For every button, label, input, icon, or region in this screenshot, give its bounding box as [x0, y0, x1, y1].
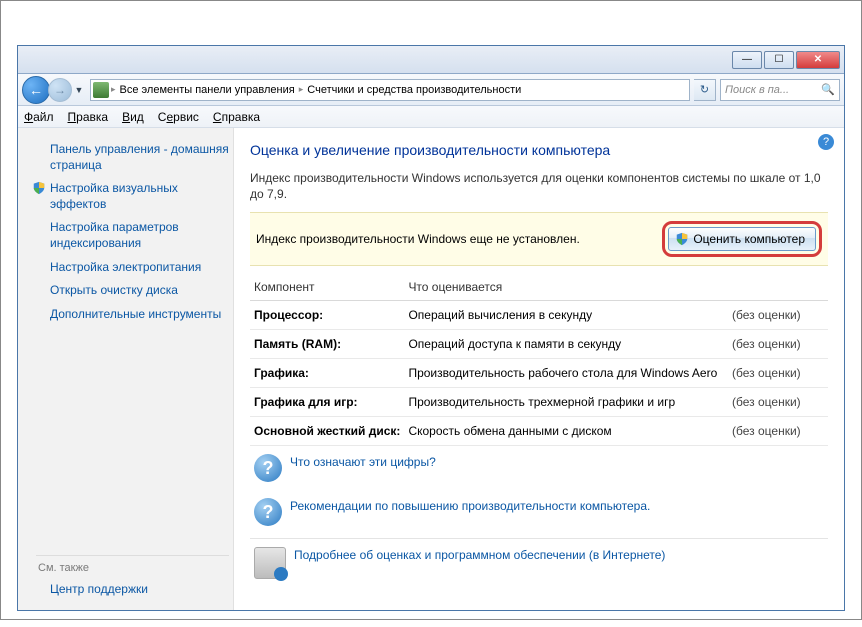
- component-label: Графика для игр:: [250, 388, 404, 417]
- component-label: Основной жесткий диск:: [250, 417, 404, 446]
- component-what: Производительность рабочего стола для Wi…: [404, 359, 728, 388]
- shield-icon: [675, 232, 689, 246]
- component-score: (без оценки): [728, 388, 828, 417]
- table-row: Процессор:Операций вычисления в секунду(…: [250, 301, 828, 330]
- component-label: Память (RAM):: [250, 330, 404, 359]
- menu-help[interactable]: Справка: [213, 110, 260, 124]
- sidebar-link-advanced-tools[interactable]: Дополнительные инструменты: [36, 303, 229, 327]
- refresh-button[interactable]: ↻: [694, 79, 716, 101]
- rate-highlight-annotation: Оценить компьютер: [662, 221, 822, 257]
- see-also-label: См. также: [36, 555, 229, 578]
- table-row: Основной жесткий диск:Скорость обмена да…: [250, 417, 828, 446]
- link-recommend-row: ? Рекомендации по повышению производител…: [250, 490, 828, 534]
- link-more-info-row: Подробнее об оценках и программном обесп…: [250, 539, 828, 587]
- intro-text: Индекс производительности Windows исполь…: [250, 170, 828, 202]
- component-what: Операций доступа к памяти в секунду: [404, 330, 728, 359]
- component-label: Процессор:: [250, 301, 404, 330]
- titlebar: — ☐ ✕: [18, 46, 844, 74]
- rate-button-label: Оценить компьютер: [693, 232, 805, 246]
- nav-back-button[interactable]: ←: [22, 76, 50, 104]
- breadcrumb-all-items[interactable]: Все элементы панели управления: [116, 84, 299, 96]
- sidebar-link-power[interactable]: Настройка электропитания: [36, 256, 229, 280]
- col-what: Что оценивается: [404, 274, 728, 301]
- search-icon: 🔍: [821, 83, 835, 96]
- question-icon: ?: [254, 498, 282, 526]
- table-row: Память (RAM):Операций доступа к памяти в…: [250, 330, 828, 359]
- sidebar-link-action-center[interactable]: Центр поддержки: [36, 578, 229, 602]
- sidebar-link-indexing[interactable]: Настройка параметров индексирования: [36, 216, 229, 255]
- menu-edit[interactable]: Правка: [68, 110, 109, 124]
- component-what: Скорость обмена данными с диском: [404, 417, 728, 446]
- component-what: Производительность трехмерной графики и …: [404, 388, 728, 417]
- help-icon[interactable]: ?: [818, 134, 834, 150]
- window: — ☐ ✕ ← → ▼ ▸ Все элементы панели управл…: [0, 0, 862, 620]
- component-what: Операций вычисления в секунду: [404, 301, 728, 330]
- nav-forward-button[interactable]: →: [48, 78, 72, 102]
- search-placeholder: Поиск в па...: [725, 84, 789, 96]
- component-score: (без оценки): [728, 417, 828, 446]
- notice-text: Индекс производительности Windows еще не…: [256, 232, 580, 246]
- shield-icon: [32, 181, 46, 195]
- navbar: ← → ▼ ▸ Все элементы панели управления ▸…: [18, 74, 844, 106]
- menubar: Файл Правка Вид Сервис Справка: [18, 106, 844, 128]
- nav-history-dropdown[interactable]: ▼: [72, 79, 86, 101]
- software-icon: [254, 547, 286, 579]
- breadcrumb-perf-info[interactable]: Счетчики и средства производительности: [303, 84, 525, 96]
- close-button[interactable]: ✕: [796, 51, 840, 69]
- link-what-numbers-row: ? Что означают эти цифры?: [250, 446, 828, 490]
- col-component: Компонент: [250, 274, 404, 301]
- menu-view[interactable]: Вид: [122, 110, 144, 124]
- link-recommendations[interactable]: Рекомендации по повышению производительн…: [290, 498, 650, 514]
- address-bar[interactable]: ▸ Все элементы панели управления ▸ Счетч…: [90, 79, 690, 101]
- component-table: Компонент Что оценивается Процессор:Опер…: [250, 274, 828, 446]
- component-label: Графика:: [250, 359, 404, 388]
- table-row: Графика для игр:Производительность трехм…: [250, 388, 828, 417]
- menu-tools[interactable]: Сервис: [158, 110, 199, 124]
- control-panel-icon: [93, 82, 109, 98]
- notice-bar: Индекс производительности Windows еще не…: [250, 212, 828, 266]
- sidebar: Панель управления - домашняя страница На…: [18, 128, 234, 610]
- rate-computer-button[interactable]: Оценить компьютер: [668, 227, 816, 251]
- page-title: Оценка и увеличение производительности к…: [250, 142, 828, 158]
- sidebar-link-visual-effects[interactable]: Настройка визуальных эффектов: [36, 177, 229, 216]
- link-more-info[interactable]: Подробнее об оценках и программном обесп…: [294, 547, 665, 563]
- component-score: (без оценки): [728, 359, 828, 388]
- minimize-button[interactable]: —: [732, 51, 762, 69]
- sidebar-link-home[interactable]: Панель управления - домашняя страница: [36, 138, 229, 177]
- link-what-numbers[interactable]: Что означают эти цифры?: [290, 454, 436, 470]
- maximize-button[interactable]: ☐: [764, 51, 794, 69]
- search-input[interactable]: Поиск в па... 🔍: [720, 79, 840, 101]
- component-score: (без оценки): [728, 330, 828, 359]
- question-icon: ?: [254, 454, 282, 482]
- content-pane: ? Оценка и увеличение производительности…: [234, 128, 844, 610]
- menu-file[interactable]: Файл: [24, 110, 54, 124]
- sidebar-link-disk-cleanup[interactable]: Открыть очистку диска: [36, 279, 229, 303]
- table-row: Графика:Производительность рабочего стол…: [250, 359, 828, 388]
- component-score: (без оценки): [728, 301, 828, 330]
